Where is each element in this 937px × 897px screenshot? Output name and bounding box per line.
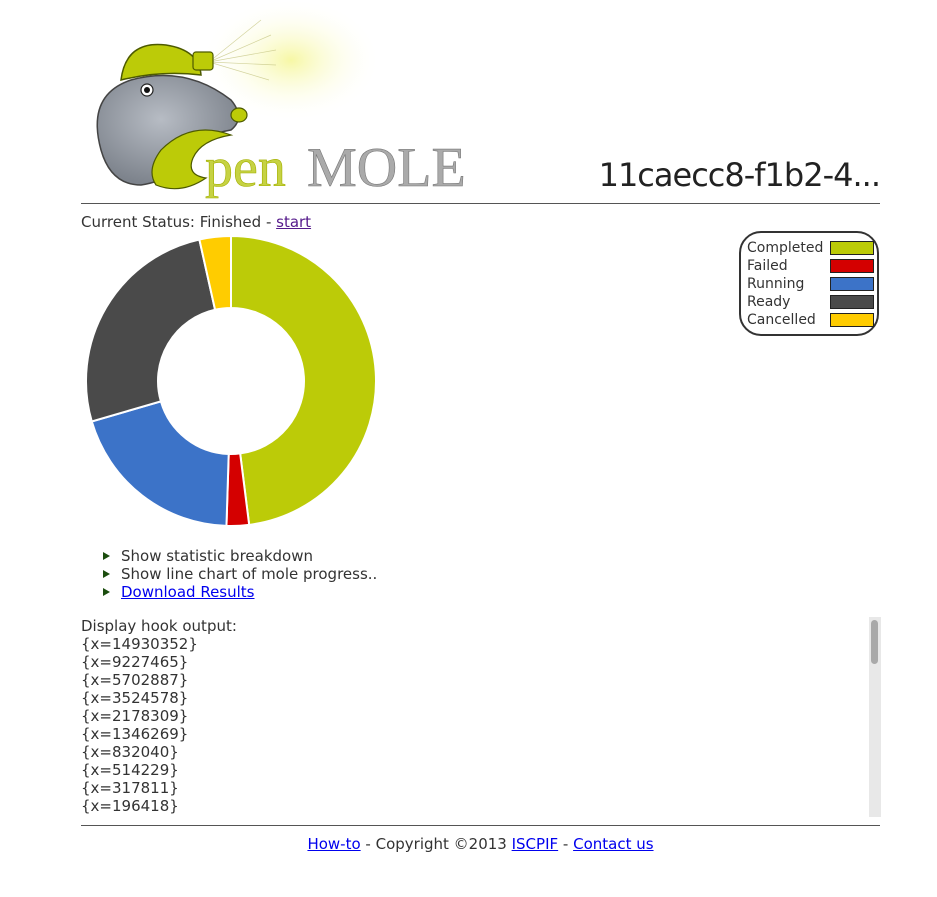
hook-output-line: {x=514229} bbox=[81, 761, 179, 779]
hook-output-scrollbar[interactable] bbox=[869, 617, 881, 817]
hook-output-line: {x=2178309} bbox=[81, 707, 189, 725]
legend-item-failed: Failed bbox=[747, 257, 875, 275]
howto-link[interactable]: How-to bbox=[307, 835, 360, 853]
legend-swatch-ready bbox=[830, 295, 874, 309]
iscpif-link[interactable]: ISCPIF bbox=[512, 835, 559, 853]
current-status: Current Status: Finished - start bbox=[81, 213, 311, 231]
legend-swatch-cancelled bbox=[830, 313, 874, 327]
legend-label: Running bbox=[747, 276, 805, 292]
legend-item-cancelled: Cancelled bbox=[747, 311, 875, 329]
mole-nose bbox=[230, 107, 248, 123]
legend-item-ready: Ready bbox=[747, 293, 875, 311]
show-progress-label[interactable]: Show line chart of mole progress.. bbox=[121, 565, 377, 583]
hook-output-title: Display hook output: bbox=[81, 617, 237, 635]
header: pen MOLE 11caecc8-f1b2-4... bbox=[81, 0, 881, 204]
show-statistics-label[interactable]: Show statistic breakdown bbox=[121, 547, 313, 565]
hook-output-line: {x=3524578} bbox=[81, 689, 189, 707]
helmet-lamp bbox=[192, 51, 214, 71]
chart-legend: Completed Failed Running Ready Cancelled bbox=[739, 231, 879, 336]
show-progress-chart-toggle[interactable]: Show line chart of mole progress.. bbox=[103, 565, 377, 583]
hook-output-line: {x=1346269} bbox=[81, 725, 189, 743]
logo-text-mole: MOLE bbox=[307, 137, 466, 199]
footer: How-to - Copyright ©2013 ISCPIF - Contac… bbox=[0, 835, 937, 853]
donut-slice-ready bbox=[85, 238, 217, 423]
legend-label: Ready bbox=[747, 294, 791, 310]
legend-label: Completed bbox=[747, 240, 824, 256]
action-list: Show statistic breakdown Show line chart… bbox=[103, 547, 377, 601]
expand-triangle-icon[interactable] bbox=[103, 552, 110, 560]
legend-swatch-failed bbox=[830, 259, 874, 273]
legend-label: Cancelled bbox=[747, 312, 816, 328]
expand-triangle-icon[interactable] bbox=[103, 570, 110, 578]
hook-output-line: {x=196418} bbox=[81, 797, 179, 815]
footer-separator: - bbox=[558, 835, 574, 853]
download-results-link[interactable]: Download Results bbox=[121, 583, 255, 601]
contact-us-link[interactable]: Contact us bbox=[573, 835, 653, 853]
footer-divider bbox=[81, 825, 880, 826]
donut-slice-completed bbox=[230, 234, 377, 526]
header-divider bbox=[81, 203, 880, 204]
show-statistics-toggle[interactable]: Show statistic breakdown bbox=[103, 547, 377, 565]
hook-output-line: {x=14930352} bbox=[81, 635, 198, 653]
openmole-logo: pen MOLE bbox=[96, 0, 466, 199]
hook-output-line: {x=9227465} bbox=[81, 653, 189, 671]
copyright-text: - Copyright ©2013 bbox=[360, 835, 512, 853]
legend-item-completed: Completed bbox=[747, 239, 875, 257]
donut-slice-running bbox=[90, 400, 230, 527]
miner-helmet bbox=[120, 43, 202, 81]
hook-output-panel[interactable]: Display hook output: {x=14930352} {x=922… bbox=[81, 617, 881, 817]
legend-swatch-running bbox=[830, 277, 874, 291]
hook-output-line: {x=5702887} bbox=[81, 671, 189, 689]
status-donut-chart bbox=[85, 234, 377, 527]
start-link[interactable]: start bbox=[276, 213, 311, 231]
hook-output-line: {x=317811} bbox=[81, 779, 179, 797]
bullet-triangle-icon bbox=[103, 588, 110, 596]
legend-swatch-completed bbox=[830, 241, 874, 255]
logo-text-pen: pen bbox=[205, 137, 286, 199]
legend-item-running: Running bbox=[747, 275, 875, 293]
status-label: Current Status: Finished - bbox=[81, 213, 277, 231]
scrollbar-thumb[interactable] bbox=[871, 620, 878, 664]
hook-output-line: {x=832040} bbox=[81, 743, 179, 761]
legend-label: Failed bbox=[747, 258, 788, 274]
job-id-title: 11caecc8-f1b2-4... bbox=[598, 156, 881, 194]
download-results-item: Download Results bbox=[103, 583, 377, 601]
